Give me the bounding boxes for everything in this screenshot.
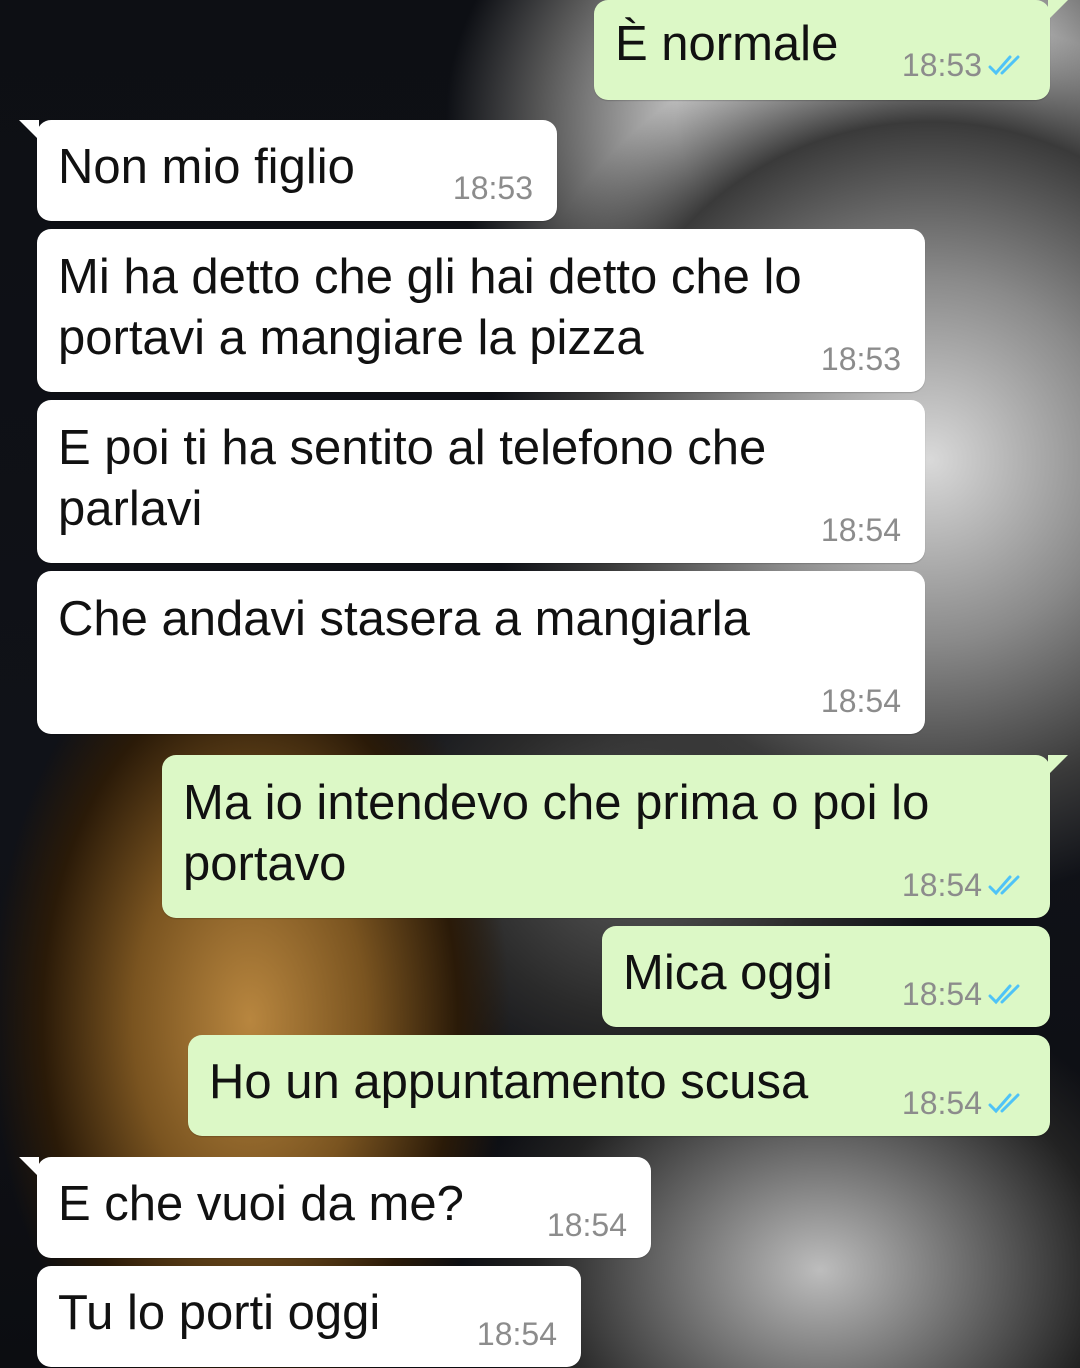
- message-text: Mica oggi: [623, 946, 833, 1000]
- message-meta: 18:54: [902, 977, 1026, 1011]
- message-time: 18:54: [901, 867, 982, 903]
- message-line: Mi ha detto che gli hai detto che lo: [58, 250, 802, 304]
- message-text: E poi ti ha sentito al telefono che parl…: [58, 418, 766, 540]
- message-meta: 18:53: [902, 48, 1026, 82]
- message-bubble-incoming[interactable]: E poi ti ha sentito al telefono che parl…: [37, 400, 925, 563]
- message-line: E poi ti ha sentito al telefono che: [58, 421, 767, 475]
- message-text: Ho un appuntamento scusa: [209, 1055, 809, 1109]
- message-text: Non mio figlio: [58, 140, 355, 194]
- message-text: Tu lo porti oggi: [58, 1286, 381, 1340]
- message-time: 18:53: [820, 341, 901, 377]
- message-meta: 18:54: [821, 513, 901, 547]
- message-text: E che vuoi da me?: [58, 1177, 464, 1231]
- message-bubble-outgoing[interactable]: Ma io intendevo che prima o poi lo porta…: [162, 755, 1068, 918]
- message-meta: 18:53: [821, 342, 901, 376]
- double-check-icon: [988, 1093, 1020, 1114]
- message-text: Che andavi stasera a mangiarla: [58, 592, 750, 646]
- message-bubble-outgoing[interactable]: Ho un appuntamento scusa 18:54: [188, 1035, 1050, 1136]
- message-bubble-incoming[interactable]: Mi ha detto che gli hai detto che lo por…: [37, 229, 925, 392]
- message-line: portavo: [183, 837, 347, 891]
- message-time: 18:54: [901, 1085, 982, 1121]
- message-text: Ma io intendevo che prima o poi lo porta…: [183, 773, 929, 895]
- message-meta: 18:54: [902, 868, 1026, 902]
- message-text: Mi ha detto che gli hai detto che lo por…: [58, 247, 802, 369]
- message-time: 18:53: [452, 170, 533, 206]
- message-bubble-outgoing[interactable]: Mica oggi 18:54: [602, 926, 1050, 1027]
- double-check-icon: [988, 55, 1020, 76]
- double-check-icon: [988, 984, 1020, 1005]
- message-time: 18:54: [476, 1316, 557, 1352]
- message-meta: 18:54: [547, 1208, 627, 1242]
- message-meta: 18:54: [821, 684, 901, 718]
- message-meta: 18:53: [453, 171, 533, 205]
- message-time: 18:54: [820, 512, 901, 548]
- message-meta: 18:54: [902, 1086, 1026, 1120]
- double-check-icon: [988, 875, 1020, 896]
- message-meta: 18:54: [477, 1317, 557, 1351]
- message-bubble-incoming[interactable]: Che andavi stasera a mangiarla 18:54: [37, 571, 925, 734]
- message-line: Ma io intendevo che prima o poi lo: [183, 776, 930, 830]
- message-text: È normale: [615, 17, 839, 71]
- message-time: 18:54: [901, 976, 982, 1012]
- message-bubble-outgoing[interactable]: È normale 18:53: [594, 0, 1068, 100]
- message-time: 18:53: [901, 47, 982, 83]
- message-bubble-incoming[interactable]: Tu lo porti oggi 18:54: [37, 1266, 581, 1367]
- message-line: portavi a mangiare la pizza: [58, 311, 644, 365]
- message-bubble-incoming[interactable]: E che vuoi da me? 18:54: [19, 1157, 651, 1258]
- message-bubble-incoming[interactable]: Non mio figlio 18:53: [19, 120, 557, 221]
- message-time: 18:54: [820, 683, 901, 719]
- message-time: 18:54: [546, 1207, 627, 1243]
- message-line: parlavi: [58, 482, 203, 536]
